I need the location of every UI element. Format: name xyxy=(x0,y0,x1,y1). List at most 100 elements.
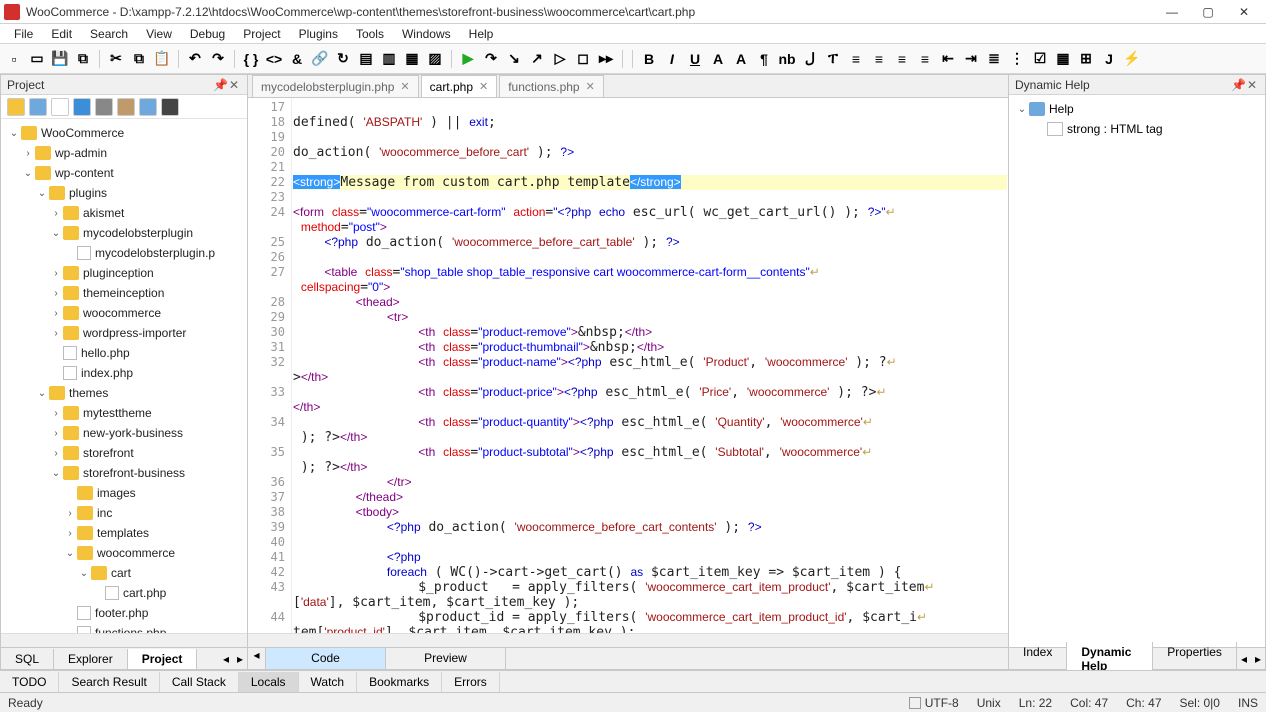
undo-button[interactable]: ↶ xyxy=(185,49,205,69)
panel-tab-sql[interactable]: SQL xyxy=(1,649,54,669)
chevron-right-icon[interactable]: › xyxy=(63,528,77,539)
tree-node[interactable]: ›wordpress-importer xyxy=(1,323,247,343)
ol-button[interactable]: ≣ xyxy=(984,49,1004,69)
close-panel-icon[interactable]: ✕ xyxy=(227,78,241,92)
tab-scroll-right-icon[interactable]: ▸ xyxy=(1251,652,1265,666)
run-button[interactable]: ▶ xyxy=(458,49,478,69)
tree-node[interactable]: ›inc xyxy=(1,503,247,523)
editor-tab[interactable]: cart.php✕ xyxy=(421,75,498,97)
tree-node[interactable]: ›woocommerce xyxy=(1,303,247,323)
italic-button[interactable]: I xyxy=(662,49,682,69)
menu-help[interactable]: Help xyxy=(461,25,502,43)
step-out-button[interactable]: ↗ xyxy=(527,49,547,69)
encoding-checkbox-icon[interactable] xyxy=(909,697,921,709)
tab-scroll-left-icon[interactable]: ◂ xyxy=(219,652,233,666)
tree-node[interactable]: ⌄woocommerce xyxy=(1,543,247,563)
menu-edit[interactable]: Edit xyxy=(43,25,80,43)
align-center-button[interactable]: ≡ xyxy=(869,49,889,69)
chevron-right-icon[interactable]: › xyxy=(49,308,63,319)
pal3-button[interactable]: ▦ xyxy=(402,49,422,69)
link-button[interactable]: 🔗 xyxy=(310,49,330,69)
pin-icon[interactable]: 📌 xyxy=(213,78,227,92)
chevron-right-icon[interactable]: › xyxy=(49,328,63,339)
chevron-right-icon[interactable]: › xyxy=(49,268,63,279)
calendar-icon[interactable] xyxy=(29,98,47,116)
tree-node[interactable]: ⌄mycodelobsterplugin xyxy=(1,223,247,243)
tab-scroll-right-icon[interactable]: ▸ xyxy=(233,652,247,666)
chevron-right-icon[interactable]: › xyxy=(49,408,63,419)
outdent-button[interactable]: ⇤ xyxy=(938,49,958,69)
tool-tab-call-stack[interactable]: Call Stack xyxy=(160,672,239,692)
view-tab-preview[interactable]: Preview xyxy=(386,648,506,669)
chevron-down-icon[interactable]: ⌄ xyxy=(49,228,63,239)
menu-windows[interactable]: Windows xyxy=(394,25,459,43)
J2-button[interactable]: J xyxy=(1099,49,1119,69)
chevron-down-icon[interactable]: ⌄ xyxy=(21,168,35,179)
tree-node[interactable]: ·footer.php xyxy=(1,603,247,623)
stop-button[interactable]: ◻ xyxy=(573,49,593,69)
bold-button[interactable]: B xyxy=(639,49,659,69)
table-button[interactable]: ▦ xyxy=(1053,49,1073,69)
pal2-button[interactable]: ▥ xyxy=(379,49,399,69)
editor-scroll-h[interactable] xyxy=(248,633,1008,647)
open-button[interactable]: ▭ xyxy=(27,49,47,69)
redo-button[interactable]: ↷ xyxy=(208,49,228,69)
tree-node[interactable]: ⌄wp-content xyxy=(1,163,247,183)
close-button[interactable]: ✕ xyxy=(1226,1,1262,23)
step-into-button[interactable]: ↘ xyxy=(504,49,524,69)
tool-tab-locals[interactable]: Locals xyxy=(239,672,299,692)
copy-button[interactable]: ⧉ xyxy=(129,49,149,69)
align-left-button[interactable]: ≡ xyxy=(846,49,866,69)
chevron-right-icon[interactable]: › xyxy=(49,448,63,459)
tree-node[interactable]: ·mycodelobsterplugin.p xyxy=(1,243,247,263)
file-blue-icon[interactable] xyxy=(139,98,157,116)
ul-button[interactable]: ⋮ xyxy=(1007,49,1027,69)
status-eol[interactable]: Unix xyxy=(977,696,1001,710)
tree-node[interactable]: ⌄themes xyxy=(1,383,247,403)
align-just-button[interactable]: ≡ xyxy=(915,49,935,69)
tree-node[interactable]: ·cart.php xyxy=(1,583,247,603)
view-tab-code[interactable]: Code xyxy=(266,648,386,669)
tree-node[interactable]: ⌄WooCommerce xyxy=(1,123,247,143)
status-insert-mode[interactable]: INS xyxy=(1238,696,1258,710)
chevron-right-icon[interactable]: › xyxy=(49,288,63,299)
menu-file[interactable]: File xyxy=(6,25,41,43)
pal1-button[interactable]: ▤ xyxy=(356,49,376,69)
xml-button[interactable]: <> xyxy=(264,49,284,69)
chevron-right-icon[interactable]: › xyxy=(49,208,63,219)
entity-button[interactable]: & xyxy=(287,49,307,69)
tree-node[interactable]: ›themeinception xyxy=(1,283,247,303)
minimize-button[interactable]: — xyxy=(1154,1,1190,23)
status-encoding[interactable]: UTF-8 xyxy=(925,696,959,710)
panel-tab-explorer[interactable]: Explorer xyxy=(54,649,128,669)
project-tree[interactable]: ⌄WooCommerce›wp-admin⌄wp-content⌄plugins… xyxy=(1,119,247,633)
file-icon[interactable] xyxy=(51,98,69,116)
tab-close-icon[interactable]: ✕ xyxy=(479,80,488,93)
brackets-button[interactable]: { } xyxy=(241,49,261,69)
cont-button[interactable]: ▷ xyxy=(550,49,570,69)
J-button[interactable]: ل xyxy=(800,49,820,69)
tree-node[interactable]: ›new-york-business xyxy=(1,423,247,443)
tree-node[interactable]: ·functions.php xyxy=(1,623,247,633)
tool-tab-todo[interactable]: TODO xyxy=(0,672,59,692)
tree-node[interactable]: ›templates xyxy=(1,523,247,543)
tree-node[interactable]: ·hello.php xyxy=(1,343,247,363)
tab-close-icon[interactable]: ✕ xyxy=(586,80,595,93)
tree-node[interactable]: ›akismet xyxy=(1,203,247,223)
menu-view[interactable]: View xyxy=(138,25,180,43)
help-item[interactable]: ·strong : HTML tag xyxy=(1011,119,1263,139)
indent-button[interactable]: ⇥ xyxy=(961,49,981,69)
editor-tab[interactable]: mycodelobsterplugin.php✕ xyxy=(252,75,419,97)
editor-body[interactable]: 1718192021222324252627282930313233343536… xyxy=(248,98,1008,633)
help-pin-icon[interactable]: 📌 xyxy=(1231,78,1245,92)
align-right-button[interactable]: ≡ xyxy=(892,49,912,69)
menu-tools[interactable]: Tools xyxy=(348,25,392,43)
chevron-down-icon[interactable]: ⌄ xyxy=(35,388,49,399)
tool-tab-search-result[interactable]: Search Result xyxy=(59,672,159,692)
highlight-button[interactable]: ▨ xyxy=(425,49,445,69)
tree-node[interactable]: ›wp-admin xyxy=(1,143,247,163)
menu-search[interactable]: Search xyxy=(82,25,136,43)
tool-tab-errors[interactable]: Errors xyxy=(442,672,500,692)
folder-brown-icon[interactable] xyxy=(117,98,135,116)
terminal-icon[interactable] xyxy=(161,98,179,116)
